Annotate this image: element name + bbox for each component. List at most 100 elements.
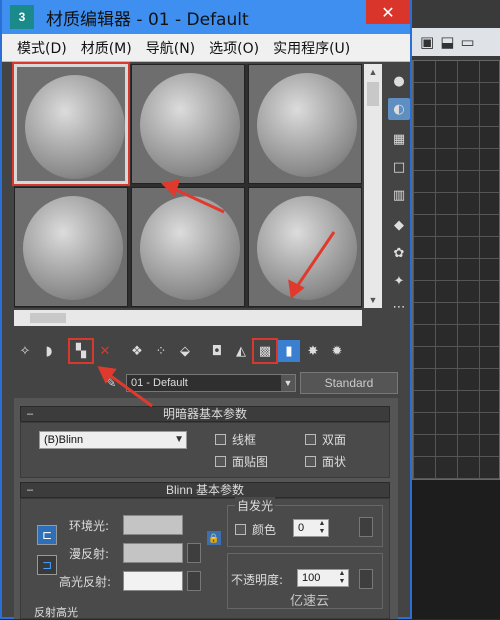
material-id-channel-icon[interactable]: ⬙ — [174, 340, 196, 362]
collapse-icon[interactable]: – — [27, 407, 33, 421]
viewport-tool-icon[interactable]: ⬓ — [440, 33, 454, 51]
material-name-field[interactable]: 01 - Default ▼ — [126, 374, 296, 392]
sample-type-icon[interactable]: ● — [388, 70, 410, 92]
shader-type-select[interactable]: (B)Blinn ▼ — [39, 431, 187, 449]
ambient-color-swatch[interactable] — [123, 515, 183, 535]
diffuse-color-swatch[interactable] — [123, 543, 183, 563]
spinner-arrows-icon[interactable]: ▲ ▼ — [317, 520, 327, 536]
go-to-parent-icon[interactable]: ▮ — [278, 340, 300, 362]
viewport-tool-icon[interactable]: ▣ — [420, 33, 434, 51]
menu-material[interactable]: 材质(M) — [76, 36, 137, 60]
sample-slot-3[interactable] — [248, 64, 362, 184]
sample-slots — [12, 62, 362, 308]
sample-slot-1[interactable] — [12, 62, 130, 186]
diffuse-label: 漫反射: — [69, 547, 110, 561]
checkbox-box[interactable] — [305, 434, 316, 445]
checkbox-box[interactable] — [215, 456, 226, 467]
sample-uv-icon[interactable]: □ — [388, 156, 410, 178]
close-button[interactable]: ✕ — [366, 0, 410, 24]
wire-checkbox[interactable]: 线框 — [215, 431, 256, 448]
show-shaded-material-icon[interactable]: ▩ — [252, 338, 278, 364]
shader-rollout-title: 明暗器基本参数 — [162, 407, 247, 421]
specular-highlights-header[interactable]: 反射高光 — [34, 604, 78, 620]
sample-sphere — [140, 196, 240, 300]
color-mode-icon[interactable]: ⊏ — [37, 525, 57, 545]
put-to-library-icon[interactable]: ⁘ — [150, 340, 172, 362]
viewport-tool-icon[interactable]: ▭ — [460, 33, 474, 51]
watermark: 亿速云 — [290, 593, 330, 608]
viewport-grid[interactable] — [412, 60, 500, 480]
specular-color-swatch[interactable] — [123, 571, 183, 591]
reset-map-icon[interactable]: ✕ — [94, 340, 116, 362]
blinn-rollout-header[interactable]: – Blinn 基本参数 — [20, 482, 390, 498]
get-material-icon[interactable]: ✧ — [14, 340, 36, 362]
diffuse-map-button[interactable] — [187, 543, 201, 563]
background-checker-icon[interactable]: ▦ — [388, 128, 410, 150]
backlight-icon[interactable]: ◐ — [388, 98, 410, 120]
show-map-in-viewport-icon[interactable]: ◘ — [206, 340, 228, 362]
eyedropper-icon[interactable]: ✎ — [100, 372, 122, 394]
self-illum-map-button[interactable] — [359, 517, 373, 537]
slots-vertical-scrollbar[interactable]: ▲ ▼ — [364, 64, 382, 308]
self-illum-value: 0 — [298, 522, 305, 534]
window-title: 材质编辑器 - 01 - Default — [46, 9, 249, 30]
face-map-checkbox[interactable]: 面贴图 — [215, 453, 268, 470]
sample-sphere — [257, 73, 357, 177]
show-end-result-icon[interactable]: ◭ — [230, 340, 252, 362]
lock-icon[interactable]: 🔒 — [207, 531, 221, 545]
two-sided-label: 双面 — [322, 433, 347, 447]
scroll-up-icon[interactable]: ▲ — [364, 64, 382, 80]
faceted-label: 面状 — [322, 455, 347, 469]
shader-type-value: (B)Blinn — [44, 434, 84, 446]
material-name-row: ✎ 01 - Default ▼ Standard — [100, 372, 400, 394]
scroll-thumb[interactable] — [30, 313, 66, 323]
material-name-text: 01 - Default — [131, 377, 188, 389]
go-forward-to-sibling-icon[interactable]: ✸ — [302, 340, 324, 362]
sample-slot-6[interactable] — [248, 187, 362, 307]
shader-rollout-body: (B)Blinn ▼ 线框 双面 面贴图 面状 — [20, 422, 390, 478]
video-color-check-icon[interactable]: ▥ — [388, 184, 410, 206]
checkbox-box[interactable] — [215, 434, 226, 445]
scroll-thumb[interactable] — [367, 82, 379, 106]
viewport-bottom — [412, 480, 500, 619]
faceted-checkbox[interactable]: 面状 — [305, 453, 346, 470]
material-type-button[interactable]: Standard — [300, 372, 398, 394]
slots-horizontal-scrollbar[interactable] — [14, 310, 362, 326]
assign-to-selection-icon[interactable]: ▚ — [68, 338, 94, 364]
viewport-toolbar: ▣ ⬓ ▭ — [400, 28, 500, 56]
self-illum-color-checkbox[interactable]: 颜色 — [235, 521, 276, 538]
two-sided-checkbox[interactable]: 双面 — [305, 431, 346, 448]
make-preview-icon[interactable]: ◆ — [388, 214, 410, 236]
sample-sphere — [23, 196, 123, 300]
menu-mode[interactable]: 模式(D) — [12, 36, 72, 60]
collapse-icon[interactable]: – — [27, 483, 33, 497]
material-navigator-icon[interactable]: ⋯ — [388, 296, 410, 318]
opacity-map-button[interactable] — [359, 569, 373, 589]
sample-slot-4[interactable] — [14, 187, 128, 307]
make-unique-icon[interactable]: ❖ — [126, 340, 148, 362]
options-icon[interactable]: ✿ — [388, 242, 410, 264]
pick-material-icon[interactable]: ✹ — [326, 340, 348, 362]
shader-rollout-header[interactable]: – 明暗器基本参数 — [20, 406, 390, 422]
opacity-value: 100 — [302, 572, 321, 584]
blinn-rollout-title: Blinn 基本参数 — [165, 483, 245, 497]
opacity-spinner[interactable]: 100 ▲ ▼ — [297, 569, 349, 587]
chevron-down-icon[interactable]: ▼ — [174, 432, 184, 448]
sample-slot-5[interactable] — [131, 187, 245, 307]
menu-navigation[interactable]: 导航(N) — [141, 36, 200, 60]
lock-mode-icon[interactable]: ⊐ — [37, 555, 57, 575]
chevron-down-icon[interactable]: ▼ — [281, 375, 295, 391]
select-by-material-icon[interactable]: ✦ — [388, 270, 410, 292]
spinner-arrows-icon[interactable]: ▲ ▼ — [337, 570, 347, 586]
put-to-scene-icon[interactable]: ◗ — [38, 340, 60, 362]
sample-slot-2[interactable] — [131, 64, 245, 184]
menu-bar: 模式(D) 材质(M) 导航(N) 选项(O) 实用程序(U) — [2, 34, 410, 62]
scroll-down-icon[interactable]: ▼ — [364, 292, 382, 308]
checkbox-box[interactable] — [305, 456, 316, 467]
face-map-label: 面贴图 — [232, 455, 269, 469]
checkbox-box[interactable] — [235, 524, 246, 535]
menu-options[interactable]: 选项(O) — [204, 36, 264, 60]
self-illum-spinner[interactable]: 0 ▲ ▼ — [293, 519, 329, 537]
specular-map-button[interactable] — [187, 571, 201, 591]
menu-utilities[interactable]: 实用程序(U) — [268, 36, 355, 60]
